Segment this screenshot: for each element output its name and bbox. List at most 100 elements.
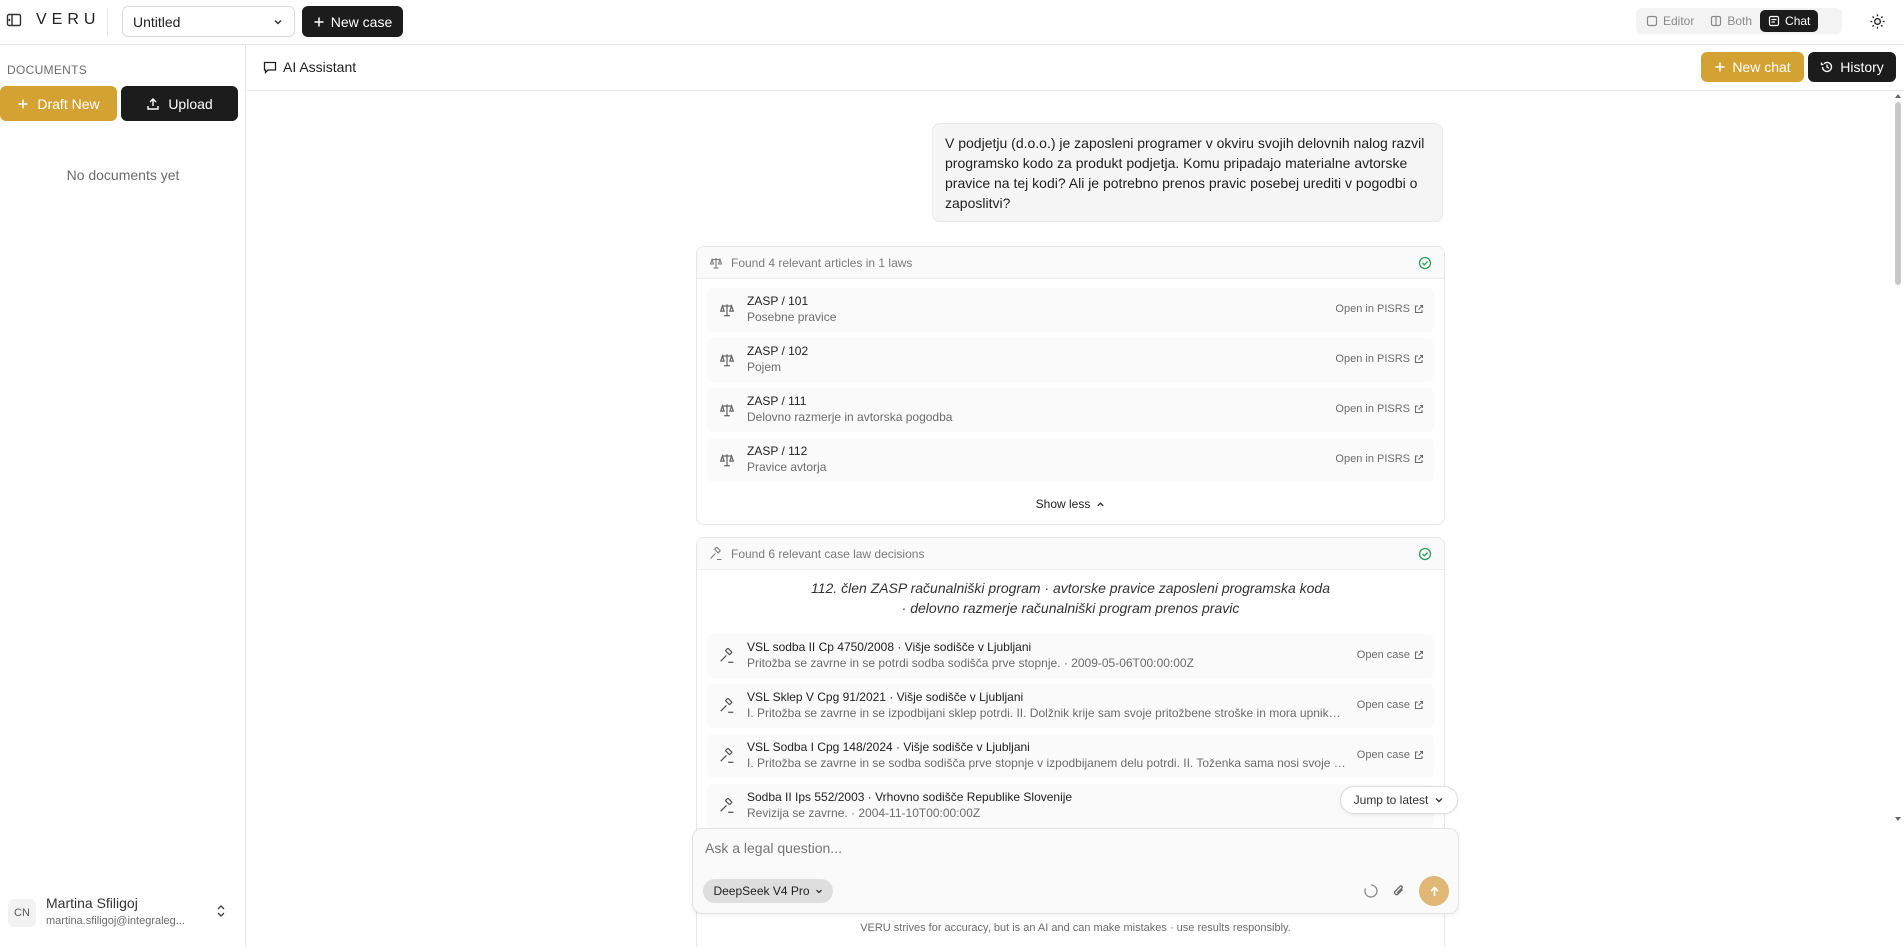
model-select-value: DeepSeek V4 Pro bbox=[713, 884, 810, 898]
keywords-line: 112. člen ZASP računalniški program · av… bbox=[810, 580, 1331, 596]
app-logo: VERU bbox=[36, 11, 101, 28]
law-title: ZASP / 101 bbox=[747, 294, 809, 308]
search-keywords: 112. člen ZASP računalniški program · av… bbox=[697, 578, 1444, 618]
gavel-icon bbox=[719, 698, 735, 714]
law-item[interactable]: ZASP / 102 Pojem Open in PISRS bbox=[707, 338, 1434, 382]
user-email: martina.sfiligoj@integraleg... bbox=[46, 915, 185, 927]
chat-header: AI Assistant New chat History bbox=[247, 45, 1904, 91]
plus-icon bbox=[313, 16, 325, 28]
chat-scrollbar[interactable] bbox=[1892, 92, 1904, 822]
open-in-pisrs-link[interactable]: Open in PISRS bbox=[1335, 353, 1424, 365]
open-in-pisrs-label: Open in PISRS bbox=[1335, 403, 1410, 415]
case-summary: I. Pritožba se zavrne in se sodba sodišč… bbox=[747, 756, 1347, 770]
law-item[interactable]: ZASP / 101 Posebne pravice Open in PISRS bbox=[707, 288, 1434, 332]
chevron-down-icon bbox=[1434, 795, 1444, 805]
open-in-pisrs-link[interactable]: Open in PISRS bbox=[1335, 303, 1424, 315]
history-button[interactable]: History bbox=[1808, 52, 1896, 82]
gavel-icon bbox=[719, 748, 735, 764]
scrollbar-thumb[interactable] bbox=[1895, 102, 1901, 285]
loading-spinner-icon bbox=[1363, 883, 1379, 899]
message-composer: DeepSeek V4 Pro bbox=[692, 828, 1459, 914]
model-select[interactable]: DeepSeek V4 Pro bbox=[703, 879, 833, 903]
gavel-icon bbox=[719, 798, 735, 814]
external-link-icon bbox=[1414, 454, 1424, 464]
ai-assistant-label: AI Assistant bbox=[283, 59, 357, 75]
case-law-header-text: Found 6 relevant case law decisions bbox=[731, 546, 925, 561]
sidebar: DOCUMENTS Draft New Upload No documents … bbox=[0, 45, 246, 947]
upload-button[interactable]: Upload bbox=[121, 86, 238, 121]
ai-disclaimer: VERU strives for accuracy, but is an AI … bbox=[860, 922, 1291, 934]
divider bbox=[107, 8, 108, 36]
user-message: V podjetju (d.o.o.) je zaposleni program… bbox=[932, 123, 1443, 222]
case-item[interactable]: VSL Sklep V Cpg 91/2021 · Višje sodišče … bbox=[707, 684, 1434, 728]
new-case-label: New case bbox=[330, 13, 393, 30]
view-chat-button[interactable]: Chat bbox=[1760, 10, 1819, 32]
user-name: Martina Sfiligoj bbox=[46, 895, 138, 911]
open-case-label: Open case bbox=[1356, 699, 1410, 711]
open-case-link[interactable]: Open case bbox=[1357, 749, 1424, 761]
documents-section-label: DOCUMENTS bbox=[7, 63, 88, 77]
jump-to-latest-label: Jump to latest bbox=[1353, 793, 1429, 807]
new-chat-label: New chat bbox=[1732, 59, 1791, 75]
case-select-value: Untitled bbox=[133, 13, 181, 30]
open-in-pisrs-link[interactable]: Open in PISRS bbox=[1335, 453, 1424, 465]
scale-icon bbox=[719, 302, 735, 318]
upload-label: Upload bbox=[168, 95, 213, 112]
chevron-up-icon bbox=[1096, 500, 1105, 509]
open-case-link[interactable]: Open case bbox=[1357, 649, 1424, 661]
case-summary: Pritožba se zavrne in se potrdi sodba so… bbox=[747, 656, 1194, 670]
show-less-button[interactable]: Show less bbox=[697, 497, 1444, 511]
open-in-pisrs-label: Open in PISRS bbox=[1335, 453, 1410, 465]
paperclip-icon[interactable] bbox=[1391, 883, 1407, 899]
history-label: History bbox=[1840, 59, 1884, 75]
legal-question-input[interactable] bbox=[705, 840, 1305, 856]
external-link-icon bbox=[1414, 304, 1424, 314]
keywords-line: · delovno razmerje računalniški program … bbox=[901, 600, 1240, 616]
chevron-up-down-icon bbox=[215, 903, 227, 919]
gavel-icon bbox=[709, 546, 723, 561]
sun-icon[interactable] bbox=[1869, 13, 1886, 30]
scale-icon bbox=[719, 402, 735, 418]
external-link-icon bbox=[1414, 404, 1424, 414]
view-editor-button[interactable]: Editor bbox=[1638, 10, 1702, 32]
external-link-icon bbox=[1414, 700, 1424, 710]
case-item[interactable]: VSL sodba II Cp 4750/2008 · Višje sodišč… bbox=[707, 634, 1434, 678]
draft-new-button[interactable]: Draft New bbox=[0, 86, 117, 121]
user-menu[interactable]: CN Martina Sfiligoj martina.sfiligoj@int… bbox=[0, 891, 246, 937]
law-item[interactable]: ZASP / 112 Pravice avtorja Open in PISRS bbox=[707, 438, 1434, 482]
scale-icon bbox=[719, 452, 735, 468]
message-square-icon bbox=[263, 60, 277, 74]
law-title: ZASP / 111 bbox=[747, 394, 807, 408]
open-case-label: Open case bbox=[1356, 749, 1410, 761]
plus-icon bbox=[1714, 61, 1726, 73]
columns-icon bbox=[1710, 15, 1722, 27]
case-title: VSL sodba II Cp 4750/2008 · Višje sodišč… bbox=[747, 640, 1032, 654]
chevron-down-icon bbox=[815, 887, 823, 895]
law-articles-header: Found 4 relevant articles in 1 laws bbox=[697, 247, 1444, 279]
case-item[interactable]: VSL Sodba I Cpg 148/2024 · Višje sodišče… bbox=[707, 734, 1434, 778]
case-select[interactable]: Untitled bbox=[122, 6, 295, 37]
new-case-button[interactable]: New case bbox=[302, 6, 403, 37]
jump-to-latest-button[interactable]: Jump to latest bbox=[1340, 786, 1458, 814]
chat-messages: V podjetju (d.o.o.) je zaposleni program… bbox=[247, 92, 1892, 947]
sidebar-toggle-icon[interactable] bbox=[6, 12, 22, 28]
show-less-label: Show less bbox=[1035, 497, 1091, 511]
upload-icon bbox=[146, 97, 160, 111]
law-item[interactable]: ZASP / 111 Delovno razmerje in avtorska … bbox=[707, 388, 1434, 432]
view-switch: Editor Both Chat bbox=[1636, 8, 1842, 34]
scroll-up-arrow-icon[interactable] bbox=[1895, 93, 1901, 99]
new-chat-button[interactable]: New chat bbox=[1701, 52, 1804, 82]
law-subtitle: Delovno razmerje in avtorska pogodba bbox=[747, 410, 953, 424]
external-link-icon bbox=[1414, 650, 1424, 660]
case-law-header: Found 6 relevant case law decisions bbox=[697, 538, 1444, 570]
case-title: VSL Sklep V Cpg 91/2021 · Višje sodišče … bbox=[747, 690, 1024, 704]
open-in-pisrs-link[interactable]: Open in PISRS bbox=[1335, 403, 1424, 415]
case-item[interactable]: Sodba II Ips 552/2003 · Vrhovno sodišče … bbox=[707, 784, 1434, 828]
law-subtitle: Posebne pravice bbox=[747, 310, 837, 324]
send-button[interactable] bbox=[1419, 876, 1449, 906]
scroll-down-arrow-icon[interactable] bbox=[1895, 816, 1901, 822]
open-case-link[interactable]: Open case bbox=[1357, 699, 1424, 711]
view-both-button[interactable]: Both bbox=[1702, 10, 1760, 32]
avatar: CN bbox=[8, 899, 36, 927]
scale-icon bbox=[709, 256, 723, 270]
